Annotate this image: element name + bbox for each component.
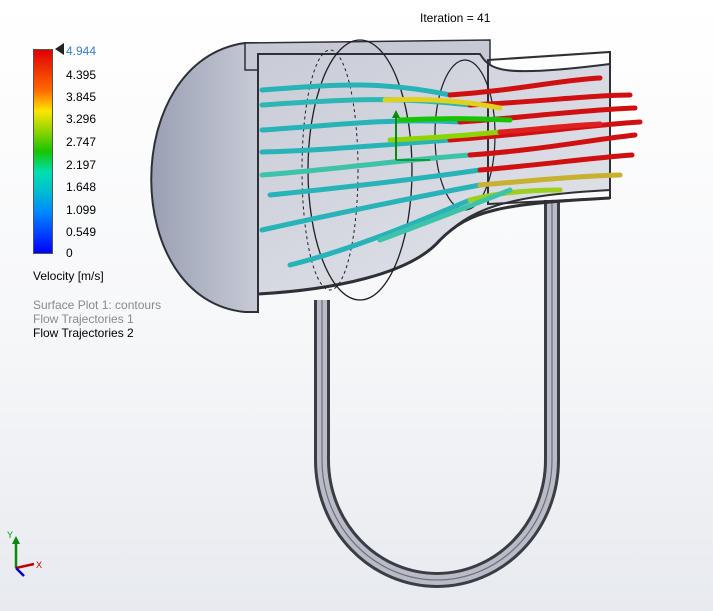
triad-y-label: Y — [7, 530, 13, 540]
housing-body — [150, 39, 611, 313]
flow-simulation-viewport[interactable] — [0, 0, 713, 611]
triad-x-label: X — [36, 560, 42, 570]
coordinate-triad-icon[interactable]: Y X — [6, 530, 46, 580]
